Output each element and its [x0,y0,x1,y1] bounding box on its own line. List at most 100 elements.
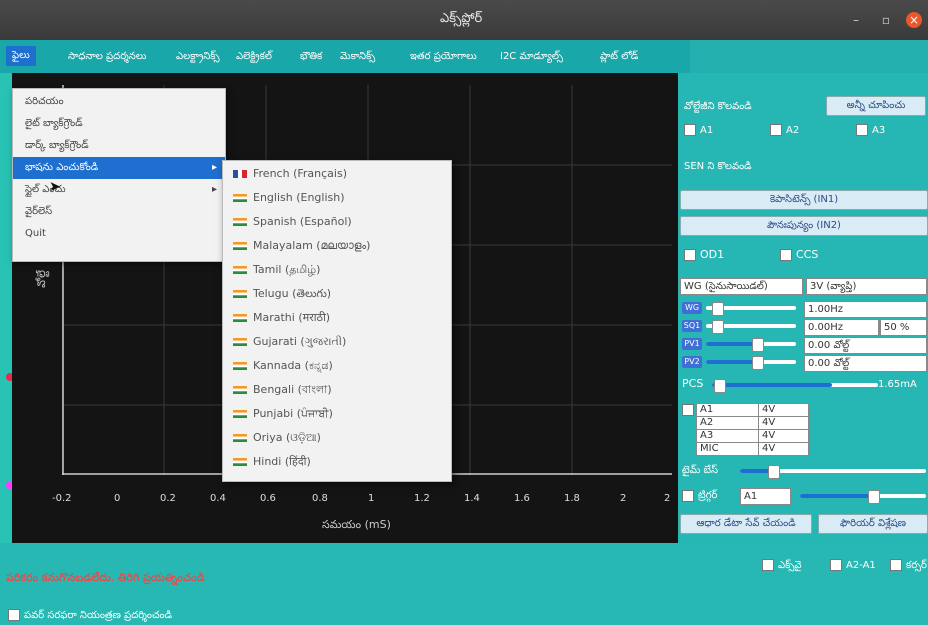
checkbox-box[interactable] [780,249,792,261]
capacitance-in1-button[interactable]: కెపాసిటెన్స్ (IN1) [680,190,928,210]
checkbox-box[interactable] [684,124,696,136]
channel-a2-select[interactable]: A2 [696,416,759,430]
language-item-punjabi[interactable]: Punjabi (ਪੰਜਾਬੀ) [223,403,451,425]
xy-checkbox[interactable]: ఎక్స్‌వై [762,559,802,573]
a2a1-checkbox[interactable]: A2-A1 [830,559,876,571]
menu-item-dark-background[interactable]: డార్క్ బ్యాక్‌గ్రౌండ్ [13,135,225,157]
wg-type-select[interactable]: WG (సైనుసాయిడల్) [680,278,803,295]
trigger-slider-knob[interactable] [868,490,880,504]
menu-item-wireless[interactable]: వైర్‌లెస్ [13,201,225,223]
od1-checkbox[interactable]: OD1 [684,248,724,261]
ccs-checkbox[interactable]: CCS [780,248,818,261]
chevron-right-icon: ▸ [211,162,217,173]
pv2-slider-knob[interactable] [752,356,764,370]
pv2-value-field[interactable]: 0.00 వోల్ట్ [804,355,927,372]
a3-checkbox[interactable]: A3 [856,124,885,136]
x-tick: 1.6 [514,493,530,504]
close-icon[interactable]: × [906,12,922,28]
trigger-checkbox[interactable] [682,490,694,502]
cursor-checkbox[interactable]: కర్సర్ [890,559,927,573]
menu-item-style[interactable]: స్టైల్ ఎంచు ▸ [13,179,225,201]
sq1-duty-field[interactable]: 50 % [880,319,927,336]
sq1-slider-knob[interactable] [712,320,724,334]
wg-slider-knob[interactable] [712,302,724,316]
language-label: French (Français) [253,167,347,180]
language-item-hindi[interactable]: Hindi (हिंदी) [223,451,451,473]
language-item-gujarati[interactable]: Gujarati (ગુજરાતી) [223,331,451,353]
a2-label: A2 [786,125,800,136]
a2-checkbox[interactable]: A2 [770,124,799,136]
checkbox-box[interactable] [8,609,20,621]
language-label: Telugu (తెలుగు) [253,287,332,300]
maximize-icon[interactable]: ▫ [878,12,894,28]
menu-tools[interactable]: సాధనాల ప్రదర్శనలు [68,50,146,64]
menu-item-quit[interactable]: Quit [13,223,225,245]
channel-mic-range[interactable]: 4V [758,442,809,456]
language-item-spanish[interactable]: Spanish (Español) [223,211,451,233]
wg-amplitude-select[interactable]: 3V (వ్యాప్తి) [806,278,927,295]
channel-a3-select[interactable]: A3 [696,429,759,443]
checkbox-box[interactable] [684,249,696,261]
flag-icon [233,218,247,226]
menu-item-light-background[interactable]: లైట్ బ్యాక్‌గ్రౌండ్ [13,113,225,135]
language-item-french[interactable]: French (Français) [223,163,451,185]
menu-mechanics[interactable]: మెకానిక్స్ [340,50,375,64]
menu-other[interactable]: ఇతర ప్రయోగాలు [410,50,477,64]
checkbox-box[interactable] [890,559,902,571]
frequency-in2-button[interactable]: పౌనఃపున్యం (IN2) [680,216,928,236]
language-label: Hindi (हिंदी) [253,455,311,468]
pv1-value-field[interactable]: 0.00 వోల్ట్ [804,337,927,354]
channel-a1-checkbox[interactable] [682,404,694,416]
pcs-slider-knob[interactable] [714,379,726,393]
language-item-malayalam[interactable]: Malayalam (മലയാളം) [223,235,451,257]
menu-electrical[interactable]: ఎలెక్ట్రికల్ [236,50,272,64]
show-all-button[interactable]: అన్నీ చూపించు [826,96,926,116]
minimize-icon[interactable]: – [848,12,864,28]
checkbox-box[interactable] [770,124,782,136]
language-item-tamil[interactable]: Tamil (தமிழ்) [223,259,451,281]
x-tick: 1.2 [414,493,430,504]
save-data-button[interactable]: ఆధార డేటా సేవ్ చేయండి [680,514,812,534]
menu-item-about[interactable]: పరిచయం [13,91,225,113]
menu-i2c[interactable]: I2C మాడ్యూల్స్ [500,50,563,64]
language-label: Oriya (ଓଡ଼ିଆ) [253,431,321,444]
channel-mic-select[interactable]: MIC [696,442,759,456]
x-tick: 0.2 [160,493,176,504]
channel-a1-range[interactable]: 4V [758,403,809,417]
channel-a1-select[interactable]: A1 [696,403,759,417]
menu-physics[interactable]: భౌతిక [300,50,322,64]
checkbox-box[interactable] [830,559,842,571]
timebase-slider-knob[interactable] [768,465,780,479]
power-supply-checkbox[interactable]: పవర్ సరఫరా నియంత్రణ ప్రదర్శించండి [8,609,172,623]
measure-voltage-label: వోల్టేజీని కొలవండి [684,101,752,112]
language-item-telugu[interactable]: Telugu (తెలుగు) [223,283,451,305]
flag-icon [233,338,247,346]
timebase-slider-fill [740,469,770,473]
checkbox-box[interactable] [856,124,868,136]
a1-checkbox[interactable]: A1 [684,124,713,136]
xy-label: ఎక్స్‌వై [778,560,802,571]
menu-plot-load[interactable]: ప్లాట్ లోడ్ [600,50,638,64]
language-item-marathi[interactable]: Marathi (मराठी) [223,307,451,329]
language-item-bengali[interactable]: Bengali (বাংলা) [223,379,451,401]
trigger-channel-select[interactable]: A1 [740,488,791,505]
language-item-oriya[interactable]: Oriya (ଓଡ଼ିଆ) [223,427,451,449]
pv2-slider-fill [706,360,754,364]
language-label: English (English) [253,191,345,204]
language-item-kannada[interactable]: Kannada (ಕನ್ನಡ) [223,355,451,377]
sq1-frequency-field[interactable]: 0.00Hz [804,319,879,336]
language-item-english[interactable]: English (English) [223,187,451,209]
x-tick: 2 [664,493,671,504]
menu-item-choose-language[interactable]: భాషను ఎంచుకోండి ▸ [13,157,225,179]
menu-file[interactable]: ఫైలు [6,46,36,66]
wg-frequency-field[interactable]: 1.00Hz [804,301,927,318]
fourier-button[interactable]: ఫౌరియర్ విశ్లేషణ [818,514,928,534]
channel-a2-range[interactable]: 4V [758,416,809,430]
pcs-value: 1.65mA [878,379,917,390]
menu-electronics[interactable]: ఎలక్ట్రానిక్స్ [176,50,220,64]
sen-label: SEN ని కొలవండి [684,161,752,172]
channel-a3-range[interactable]: 4V [758,429,809,443]
pv1-slider-knob[interactable] [752,338,764,352]
checkbox-box[interactable] [762,559,774,571]
flag-icon [233,170,247,178]
